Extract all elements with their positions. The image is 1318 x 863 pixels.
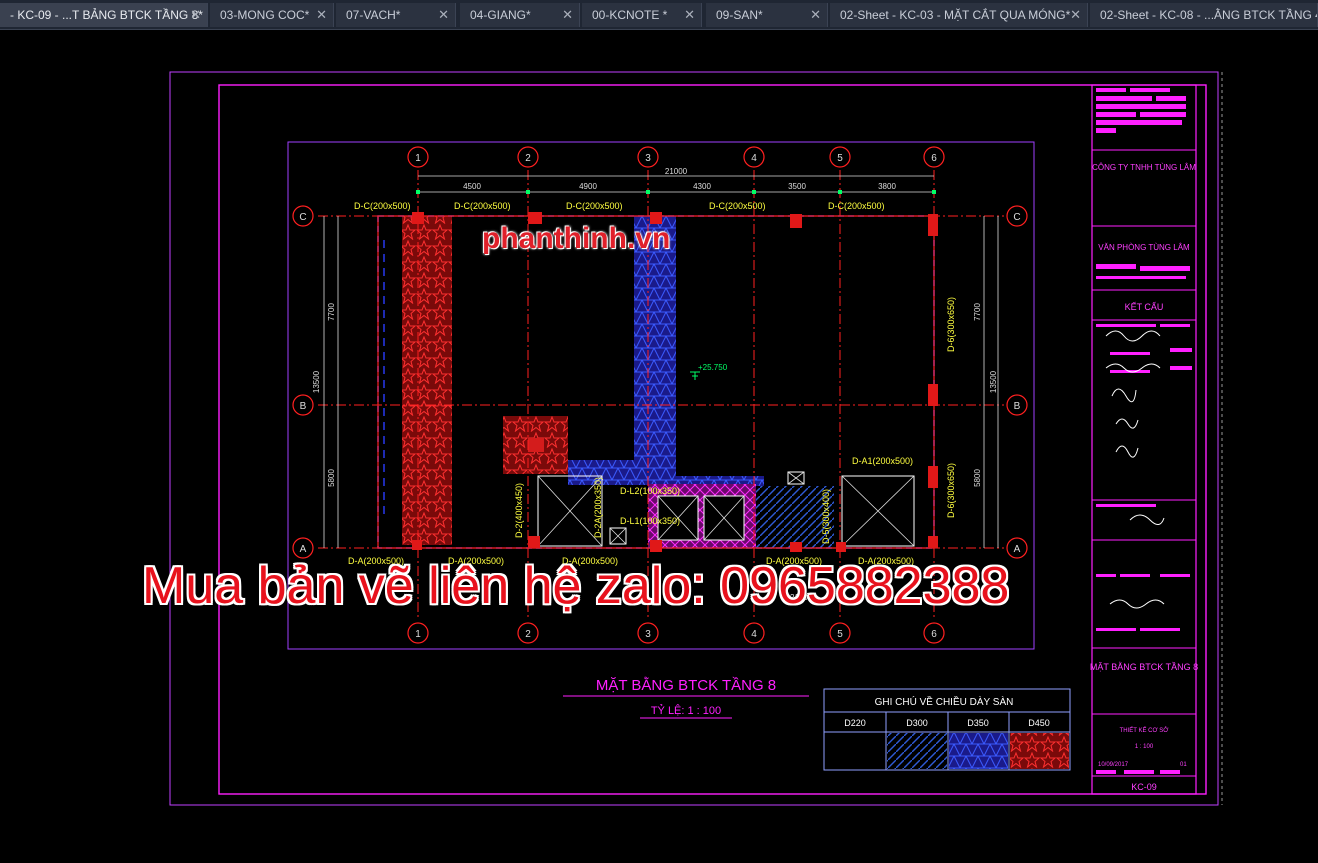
close-icon[interactable]: ✕ [810, 3, 821, 27]
grid-bubble-label: A [300, 544, 307, 555]
beam-label: D-6(300x650) [946, 297, 956, 352]
grid-bubble-label: 4 [751, 629, 757, 640]
close-icon[interactable]: ✕ [1070, 3, 1081, 27]
drawing-scale: TỶ LỆ: 1 : 100 [651, 704, 721, 717]
beam-label: D-C(200x500) [566, 201, 623, 211]
grid-bubble-label: 4 [751, 153, 757, 164]
slab-legend: GHI CHÚ VỀ CHIỀU DÀY SÀN D220 D300 D350 … [823, 688, 1071, 771]
tab-vach[interactable]: 07-VACH* ✕ [336, 3, 456, 27]
tab-label: 00-KCNOTE * [592, 8, 668, 22]
grid-bubble-label: 5 [837, 153, 843, 164]
beam-label: D-A1(200x500) [852, 456, 913, 466]
tab-san[interactable]: 09-SAN* ✕ [706, 3, 828, 27]
legend-item: D220 [844, 718, 866, 728]
grid-bubble-label: 5 [837, 629, 843, 640]
close-icon[interactable]: ✕ [438, 3, 449, 27]
grid-bubble-label: 2 [525, 153, 531, 164]
dim-span: 3500 [788, 182, 806, 191]
dim-total: 21000 [665, 167, 688, 176]
grid-bubble-label: B [1014, 401, 1021, 412]
slab-d450 [402, 216, 452, 545]
dim-span: 3800 [878, 182, 896, 191]
drawing-svg: 21000 4500 4900 4300 3500 3800 7700 5800… [169, 71, 1223, 806]
dim-span: 4300 [693, 182, 711, 191]
legend-header: GHI CHÚ VỀ CHIỀU DÀY SÀN [875, 695, 1014, 708]
drawing-canvas[interactable]: 21000 4500 4900 4300 3500 3800 7700 5800… [0, 30, 1318, 858]
level-mark: +25.750 [698, 363, 728, 372]
sheet-title: MẶT BẰNG BTCK TẦNG 8 [1090, 662, 1198, 672]
beam-label: D-L2(100x350) [620, 486, 680, 496]
beam-label: D-L1(100x350) [620, 516, 680, 526]
tab-label: 03-MONG COC* [220, 8, 310, 22]
tab-kc08[interactable]: 02-Sheet - KC-08 - ...ẰNG BTCK TẦNG 4-7* [1090, 3, 1318, 27]
dim-left: 7700 [327, 303, 336, 321]
grid-bubble-label: 3 [645, 629, 651, 640]
grid-bubble-label: 1 [415, 153, 421, 164]
grid-bubble-label: 6 [931, 629, 937, 640]
beam-label: D-6(300x650) [946, 463, 956, 518]
dim-span: 4900 [579, 182, 597, 191]
tb-date: 10/09/2017 [1098, 762, 1129, 768]
beam-label: D-2A(200x350) [593, 477, 603, 538]
legend-item: D350 [967, 718, 989, 728]
dim-right-total: 13500 [989, 370, 998, 393]
close-icon[interactable]: ✕ [684, 3, 695, 27]
dim-left: 5800 [327, 469, 336, 487]
tb-sheet-no: 01 [1180, 762, 1187, 768]
beam-label: D-C(200x500) [709, 201, 766, 211]
grid-bubble-label: 3 [645, 153, 651, 164]
project-name: VĂN PHÒNG TÙNG LÂM [1098, 243, 1190, 252]
watermark-site: phanthinh.vn [482, 222, 671, 255]
dim-left-total: 13500 [312, 370, 321, 393]
tab-kc03[interactable]: 02-Sheet - KC-03 - MẶT CẮT QUA MÓNG* ✕ [830, 3, 1088, 27]
tab-bar: - KC-09 - ...T BẢNG BTCK TẦNG 8* ✕ 03-MON… [0, 0, 1318, 30]
dim-right: 7700 [973, 303, 982, 321]
tab-kcnote[interactable]: 00-KCNOTE * ✕ [582, 3, 702, 27]
grid-bubble-label: 2 [525, 629, 531, 640]
watermark-contact: Mua bản vẽ liên hệ zalo: 0965882388 [142, 557, 1010, 615]
close-icon[interactable]: ✕ [190, 3, 201, 27]
tab-kc09[interactable]: - KC-09 - ...T BẢNG BTCK TẦNG 8* ✕ [0, 3, 208, 27]
beam-label: D-5(300x400) [821, 489, 831, 544]
grid-bubble-label: C [299, 212, 306, 223]
tab-mong-coc[interactable]: 03-MONG COC* ✕ [210, 3, 334, 27]
dim-right: 5800 [973, 469, 982, 487]
title-block: CÔNG TY TNHH TÙNG LÂM VĂN PHÒNG TÙNG LÂM… [1090, 84, 1198, 795]
tab-label: 04-GIANG* [470, 8, 531, 22]
company-name: CÔNG TY TNHH TÙNG LÂM [1092, 163, 1196, 172]
dim-span: 4500 [463, 182, 481, 191]
discipline: KẾT CẤU [1125, 302, 1164, 312]
close-icon[interactable]: ✕ [316, 3, 327, 27]
tab-label: 02-Sheet - KC-08 - ...ẰNG BTCK TẦNG 4-7* [1100, 8, 1318, 22]
drawing-title: MẶT BẰNG BTCK TẦNG 8 [596, 676, 776, 694]
grid-bubble-label: C [1013, 212, 1020, 223]
grid-bubble-label: 1 [415, 629, 421, 640]
stage: THIẾT KẾ CƠ SỞ [1120, 727, 1169, 734]
beam-label: D-C(200x500) [454, 201, 511, 211]
beam-label: D-2(400x450) [514, 483, 524, 538]
tab-label: 07-VACH* [346, 8, 401, 22]
legend-item: D300 [906, 718, 928, 728]
close-icon[interactable]: ✕ [562, 3, 573, 27]
tab-label: 09-SAN* [716, 8, 763, 22]
beam-label: D-C(200x500) [354, 201, 411, 211]
legend-item: D450 [1028, 718, 1050, 728]
grid-bubble-label: A [1014, 544, 1021, 555]
tab-label: - KC-09 - ...T BẢNG BTCK TẦNG 8* [10, 8, 203, 22]
tab-label: 02-Sheet - KC-03 - MẶT CẮT QUA MÓNG* [840, 8, 1071, 22]
tab-giang[interactable]: 04-GIANG* ✕ [460, 3, 580, 27]
beam-label: D-C(200x500) [828, 201, 885, 211]
sheet-code: KC-09 [1131, 782, 1157, 792]
tb-scale: 1 : 100 [1135, 744, 1154, 750]
grid-bubble-label: 6 [931, 153, 937, 164]
grid-bubble-label: B [300, 401, 307, 412]
